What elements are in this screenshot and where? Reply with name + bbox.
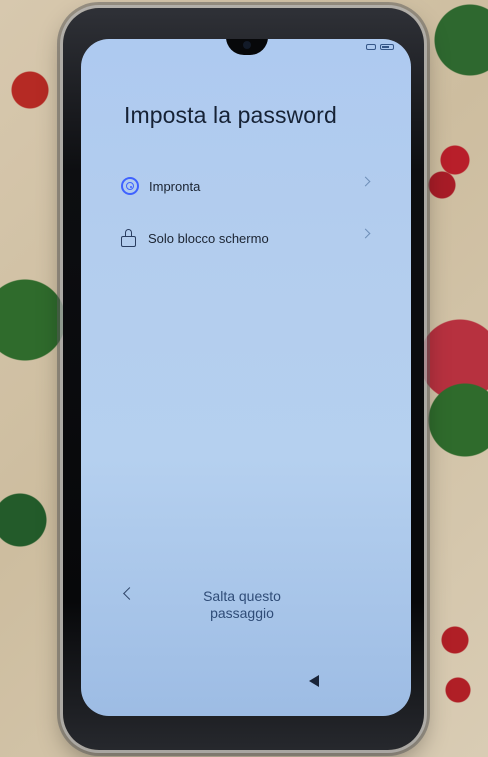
fingerprint-option-label: Impronta xyxy=(149,178,201,194)
fingerprint-option[interactable]: Impronta xyxy=(121,173,381,199)
skip-step-button[interactable]: Salta questo passaggio xyxy=(192,588,292,622)
camera-notch xyxy=(226,39,268,55)
screen-lock-only-option[interactable]: Solo blocco schermo xyxy=(121,225,381,251)
status-bar xyxy=(366,44,394,50)
status-icon xyxy=(366,44,376,50)
battery-icon xyxy=(380,44,394,50)
lock-icon xyxy=(121,229,138,247)
phone-screen: Imposta la password Impronta Solo blocco… xyxy=(81,39,411,716)
chevron-left-icon[interactable] xyxy=(123,587,136,600)
page-title: Imposta la password xyxy=(124,102,337,128)
chevron-right-icon xyxy=(360,228,371,239)
fingerprint-icon xyxy=(121,177,139,195)
chevron-right-icon xyxy=(360,176,371,187)
triangle-back-icon[interactable] xyxy=(309,675,319,687)
screen-lock-only-label: Solo blocco schermo xyxy=(148,230,269,246)
